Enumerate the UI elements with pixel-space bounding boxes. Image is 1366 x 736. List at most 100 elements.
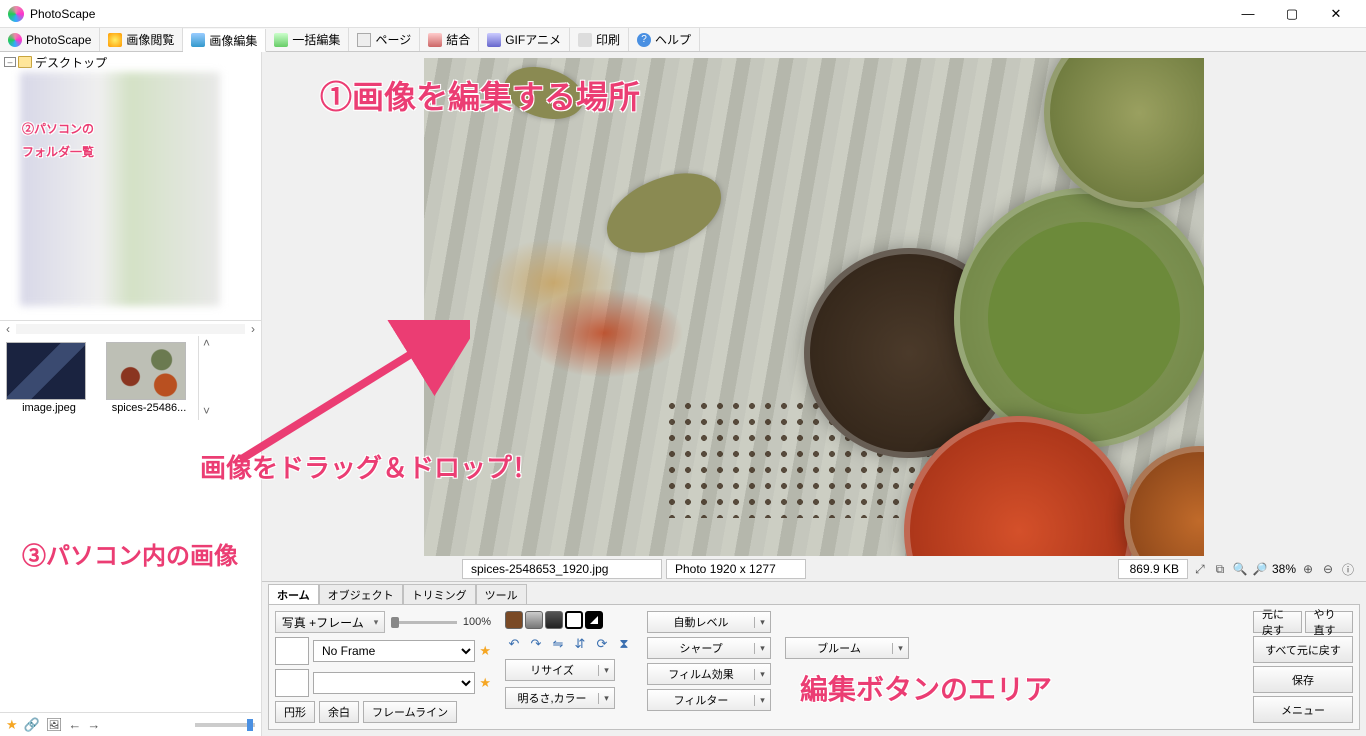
info-icon[interactable]: ⓘ bbox=[1340, 561, 1356, 578]
free-rotate-icon[interactable]: ⟳ bbox=[593, 635, 611, 653]
brightness-color-dropdown[interactable]: 明るさ,カラー▾ bbox=[505, 687, 615, 709]
editor-panel: ホーム オブジェクト トリミング ツール 写真 +フレーム 100% No Fr… bbox=[262, 581, 1366, 736]
tree-root[interactable]: – デスクトップ bbox=[2, 54, 259, 70]
thumbnail-image bbox=[106, 342, 186, 400]
image-canvas[interactable] bbox=[424, 58, 1204, 556]
collapse-icon[interactable]: – bbox=[4, 57, 16, 67]
margin-button[interactable]: 余白 bbox=[319, 701, 359, 723]
resize-dropdown[interactable]: リサイズ▾ bbox=[505, 659, 615, 681]
zoom-in-icon[interactable]: ⊕ bbox=[1300, 562, 1316, 576]
autolevel-dropdown[interactable]: 自動レベル▾ bbox=[647, 611, 771, 633]
swatch-dark[interactable] bbox=[545, 611, 563, 629]
tab-print[interactable]: 印刷 bbox=[570, 28, 629, 51]
thumbnail-image bbox=[6, 342, 86, 400]
tab-label: 画像閲覧 bbox=[126, 31, 174, 48]
menu-button[interactable]: メニュー bbox=[1253, 696, 1353, 723]
flip-h-icon[interactable]: ⇋ bbox=[549, 635, 567, 653]
tab-label: GIFアニメ bbox=[505, 31, 561, 48]
tab-label: PhotoScape bbox=[26, 33, 91, 47]
filter-dropdown[interactable]: フィルター▾ bbox=[647, 689, 771, 711]
tree-blurred-content bbox=[20, 72, 220, 306]
filmfx-dropdown[interactable]: フィルム効果▾ bbox=[647, 663, 771, 685]
batch-icon bbox=[274, 33, 288, 47]
tab-label: 一括編集 bbox=[292, 31, 340, 48]
scroll-track[interactable] bbox=[16, 324, 245, 334]
actual-size-icon[interactable]: ⧉ bbox=[1212, 562, 1228, 577]
scroll-down-icon[interactable]: ˅ bbox=[199, 404, 214, 420]
image-status-bar: spices-2548653_1920.jpg Photo 1920 x 127… bbox=[262, 557, 1366, 581]
thumbnail-caption: spices-25486... bbox=[106, 402, 192, 414]
tab-label: 印刷 bbox=[596, 31, 620, 48]
save-button[interactable]: 保存 bbox=[1253, 666, 1353, 693]
browse-icon bbox=[108, 33, 122, 47]
minimize-button[interactable]: — bbox=[1226, 0, 1270, 28]
round-button[interactable]: 円形 bbox=[275, 701, 315, 723]
undo-button[interactable]: 元に戻す bbox=[1253, 611, 1302, 633]
main-tabs: PhotoScape 画像閲覧 画像編集 一括編集 ページ 結合 GIFアニメ … bbox=[0, 28, 1366, 52]
tab-label: 画像編集 bbox=[209, 32, 257, 49]
scroll-left-icon[interactable]: ‹ bbox=[0, 322, 16, 336]
subtab-object[interactable]: オブジェクト bbox=[319, 584, 403, 604]
scroll-up-icon[interactable]: ˄ bbox=[199, 336, 214, 352]
close-button[interactable]: ✕ bbox=[1314, 0, 1358, 28]
picture-icon[interactable]: 🖼 bbox=[46, 717, 63, 733]
swatch-gray[interactable] bbox=[525, 611, 543, 629]
tab-page[interactable]: ページ bbox=[349, 28, 420, 51]
frame-preview-2 bbox=[275, 669, 309, 697]
thumb-vscroll[interactable]: ˄ ˅ bbox=[198, 336, 214, 420]
scroll-track[interactable] bbox=[199, 352, 214, 404]
zoom-out-icon[interactable]: ⊖ bbox=[1320, 562, 1336, 576]
frame-opacity-value: 100% bbox=[463, 616, 491, 628]
frame-select-2[interactable] bbox=[313, 672, 475, 694]
sharp-dropdown[interactable]: シャープ▾ bbox=[647, 637, 771, 659]
thumbnail-caption: image.jpeg bbox=[6, 402, 92, 414]
tab-photoscape[interactable]: PhotoScape bbox=[0, 28, 100, 51]
thumbnail-item[interactable]: spices-25486... bbox=[106, 342, 192, 414]
swatch-sepia[interactable] bbox=[505, 611, 523, 629]
maximize-button[interactable]: ▢ bbox=[1270, 0, 1314, 28]
photoscape-icon bbox=[8, 33, 22, 47]
frame-favorite-icon[interactable]: ★ bbox=[479, 675, 491, 691]
undo-all-button[interactable]: すべて元に戻す bbox=[1253, 636, 1353, 663]
swatch-bw[interactable] bbox=[585, 611, 603, 629]
frameline-button[interactable]: フレームライン bbox=[363, 701, 457, 723]
tab-edit[interactable]: 画像編集 bbox=[183, 29, 266, 52]
prev-icon[interactable]: ← bbox=[68, 717, 81, 732]
swatch-invert[interactable] bbox=[565, 611, 583, 629]
flip-v-icon[interactable]: ⇵ bbox=[571, 635, 589, 653]
gif-icon bbox=[487, 33, 501, 47]
frame-favorite-icon[interactable]: ★ bbox=[479, 643, 491, 659]
rotate-left-icon[interactable]: ↶ bbox=[505, 635, 523, 653]
canvas-area[interactable] bbox=[262, 52, 1366, 557]
tab-browse[interactable]: 画像閲覧 bbox=[100, 28, 183, 51]
edit-icon bbox=[191, 33, 205, 47]
help-icon: ? bbox=[637, 33, 651, 47]
subtab-crop[interactable]: トリミング bbox=[403, 584, 476, 604]
subtab-tools[interactable]: ツール bbox=[476, 584, 527, 604]
zoom-area-icon[interactable]: 🔍 bbox=[1232, 562, 1248, 576]
folder-tree[interactable]: – デスクトップ bbox=[0, 52, 261, 320]
link-icon[interactable]: 🔗 bbox=[24, 717, 40, 733]
subtab-home[interactable]: ホーム bbox=[268, 584, 319, 604]
tab-gif[interactable]: GIFアニメ bbox=[479, 28, 570, 51]
bloom-dropdown[interactable]: ブルーム▾ bbox=[785, 637, 909, 659]
tab-combine[interactable]: 結合 bbox=[420, 28, 479, 51]
thumbnail-item[interactable]: image.jpeg bbox=[6, 342, 92, 414]
hourglass-icon[interactable]: ⧗ bbox=[615, 635, 633, 653]
window-title: PhotoScape bbox=[30, 7, 95, 21]
photo-frame-button[interactable]: 写真 +フレーム bbox=[275, 611, 385, 633]
frame-opacity-slider[interactable] bbox=[391, 621, 457, 624]
fit-screen-icon[interactable]: ⤢ bbox=[1192, 562, 1208, 577]
thumb-size-slider[interactable] bbox=[195, 723, 255, 727]
right-panel: spices-2548653_1920.jpg Photo 1920 x 127… bbox=[262, 52, 1366, 736]
tab-help[interactable]: ?ヘルプ bbox=[629, 28, 700, 51]
frame-select[interactable]: No Frame bbox=[313, 640, 475, 662]
tab-batch[interactable]: 一括編集 bbox=[266, 28, 349, 51]
favorite-icon[interactable]: ★ bbox=[6, 717, 18, 733]
tree-hscroll[interactable]: ‹ › bbox=[0, 320, 261, 336]
redo-button[interactable]: やり直す bbox=[1305, 611, 1354, 633]
zoom-reset-icon[interactable]: 🔎 bbox=[1252, 562, 1268, 576]
rotate-right-icon[interactable]: ↷ bbox=[527, 635, 545, 653]
next-icon[interactable]: → bbox=[87, 717, 100, 732]
scroll-right-icon[interactable]: › bbox=[245, 322, 261, 336]
